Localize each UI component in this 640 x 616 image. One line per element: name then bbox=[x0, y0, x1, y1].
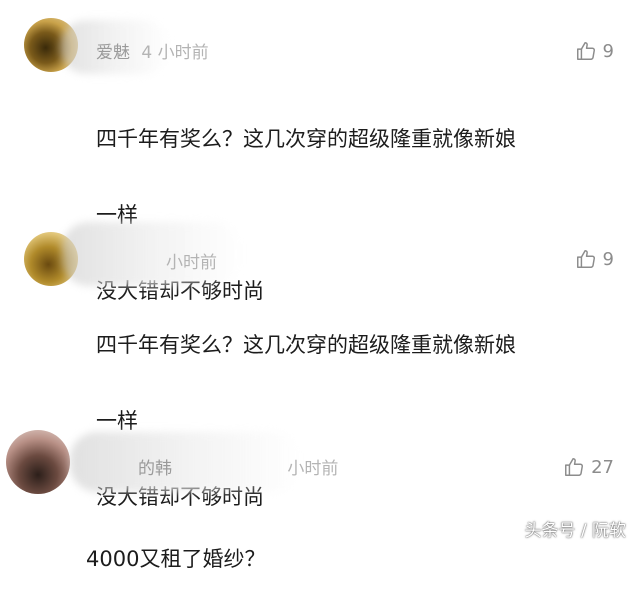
like-button[interactable]: 9 bbox=[575, 40, 614, 62]
watermark: 头条号 / 阮软 bbox=[524, 521, 626, 541]
comment-text: 4000又租了婚纱？ bbox=[86, 547, 266, 571]
comment-meta: 小时前 bbox=[160, 248, 217, 273]
like-button[interactable]: 9 bbox=[575, 248, 614, 270]
like-button[interactable]: 27 bbox=[563, 456, 614, 478]
timestamp: 小时前 bbox=[166, 253, 217, 273]
comment-meta: 的韩 小时前 bbox=[138, 454, 338, 479]
like-count: 9 bbox=[602, 40, 614, 62]
avatar[interactable] bbox=[6, 430, 70, 494]
timestamp: 4 小时前 bbox=[141, 43, 209, 63]
username[interactable]: 的韩 bbox=[138, 459, 172, 479]
like-count: 27 bbox=[591, 456, 614, 478]
thumbs-up-icon bbox=[576, 42, 595, 60]
thumbs-up-icon bbox=[576, 250, 595, 268]
timestamp: 小时前 bbox=[287, 459, 339, 479]
username[interactable]: 爱魅 bbox=[96, 43, 130, 63]
like-count: 9 bbox=[602, 248, 614, 270]
thumbs-up-icon bbox=[565, 458, 584, 476]
comment-meta: 爱魅 4 小时前 bbox=[96, 38, 209, 63]
